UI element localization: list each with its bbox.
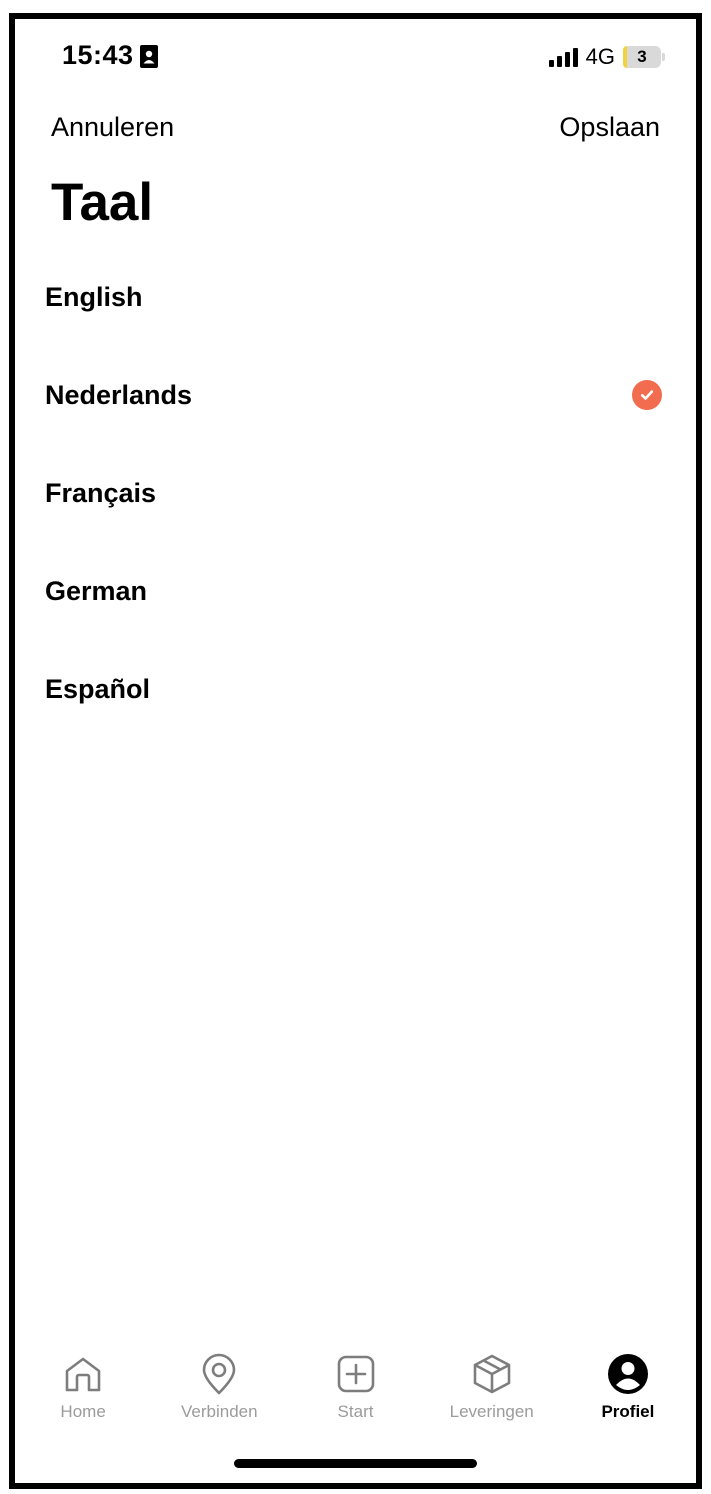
language-label: German	[45, 576, 148, 606]
language-option-english[interactable]: English	[0, 262, 711, 360]
language-label: Español	[45, 674, 151, 704]
location-pin-icon	[197, 1352, 241, 1396]
language-list: English Nederlands Français German Españ…	[0, 262, 711, 752]
profile-avatar-icon	[606, 1352, 650, 1396]
language-option-francais[interactable]: Français	[0, 458, 711, 556]
home-icon	[61, 1352, 105, 1396]
battery-level: 3	[637, 47, 647, 66]
home-indicator[interactable]	[234, 1459, 477, 1468]
tab-verbinden[interactable]: Verbinden	[151, 1352, 287, 1432]
page-title: Taal	[51, 173, 154, 232]
language-option-nederlands[interactable]: Nederlands	[0, 360, 711, 458]
language-option-german[interactable]: German	[0, 556, 711, 654]
battery-icon: 3	[623, 46, 665, 68]
contact-card-icon	[140, 45, 158, 68]
package-box-icon	[470, 1352, 514, 1396]
status-indicators: 4G 3	[548, 44, 665, 70]
device-frame-top	[9, 13, 702, 19]
tab-label: Home	[60, 1402, 106, 1421]
cancel-button[interactable]: Annuleren	[51, 112, 174, 143]
save-button[interactable]: Opslaan	[559, 112, 660, 143]
device-frame-right	[696, 13, 702, 1489]
device-frame-bottom	[9, 1483, 702, 1489]
tab-label: Start	[337, 1402, 374, 1421]
language-label: English	[45, 282, 143, 312]
checkmark-icon	[632, 380, 662, 410]
plus-square-icon	[334, 1352, 378, 1396]
tab-leveringen[interactable]: Leveringen	[424, 1352, 560, 1432]
language-label: Français	[45, 478, 157, 508]
language-label: Nederlands	[45, 380, 193, 410]
tab-start[interactable]: Start	[287, 1352, 423, 1432]
network-type: 4G	[585, 44, 615, 69]
tab-profiel[interactable]: Profiel	[560, 1352, 696, 1432]
tab-home[interactable]: Home	[15, 1352, 151, 1432]
signal-icon	[548, 47, 578, 67]
status-time: 15:43	[62, 40, 134, 70]
tab-label: Profiel	[601, 1402, 655, 1421]
tab-label: Verbinden	[181, 1402, 258, 1421]
tab-bar: Home Verbinden Start Leveringen Profiel	[15, 1352, 696, 1432]
device-frame-left	[9, 13, 15, 1489]
tab-label: Leveringen	[449, 1402, 534, 1421]
language-option-espanol[interactable]: Español	[0, 654, 711, 752]
phone-screen: 15:43 4G 3 Annuleren Opslaan Taal Englis…	[0, 0, 711, 1494]
